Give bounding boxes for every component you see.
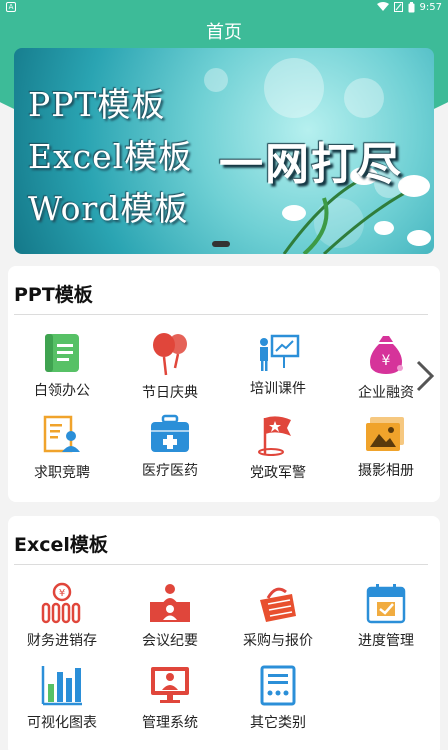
- sim-icon: [393, 2, 403, 12]
- category-label: 党政军警: [250, 465, 306, 481]
- category-baileng-bangong[interactable]: 白领办公: [8, 316, 116, 399]
- category-label: 进度管理: [358, 633, 414, 649]
- banner-slogan: 一网打尽: [219, 139, 403, 190]
- category-sheying-xiangce[interactable]: 摄影相册: [332, 398, 440, 479]
- calendar-check-icon: [366, 584, 406, 624]
- presentation-board-icon: [260, 334, 300, 371]
- category-label: 求职竞聘: [34, 465, 90, 481]
- category-caiwu-jinxiaocun[interactable]: ¥ 财务进销存: [8, 566, 116, 649]
- category-label: 会议纪要: [142, 633, 198, 649]
- monitor-user-icon: [151, 667, 189, 703]
- shopping-basket-icon: [260, 587, 296, 622]
- banner-carousel[interactable]: PPT模板 Excel模板 Word模板 一网打尽: [14, 48, 434, 254]
- category-label: 其它类别: [250, 715, 306, 731]
- balloon-icon: [153, 333, 187, 376]
- notification-a-icon: A: [6, 2, 16, 12]
- category-qiuzhi-jingpin[interactable]: 求职竞聘: [8, 398, 116, 481]
- meeting-icon: [150, 584, 190, 622]
- battery-icon: [408, 1, 415, 12]
- category-label: 医疗医药: [142, 463, 198, 479]
- chevron-right-icon[interactable]: [410, 356, 440, 396]
- banner-line-excel: Excel模板: [28, 137, 193, 176]
- category-caigou-baojia[interactable]: 采购与报价: [224, 566, 332, 649]
- ppt-section: PPT模板 白领办公 节日庆典 培训课件 ¥ 企业融资 求职竞聘 医疗医药 党政…: [8, 266, 440, 502]
- page-title: 首页: [206, 22, 242, 43]
- resume-icon: [43, 415, 80, 453]
- ppt-section-title: PPT模板: [14, 284, 93, 306]
- category-label: 可视化图表: [27, 715, 97, 731]
- category-label: 培训课件: [250, 381, 306, 397]
- category-label: 白领办公: [34, 383, 90, 399]
- bar-chart-icon: [41, 666, 82, 706]
- excel-section-title: Excel模板: [14, 534, 108, 556]
- category-label: 管理系统: [142, 715, 198, 731]
- photo-album-icon: [366, 417, 404, 451]
- category-peixun-kejian[interactable]: 培训课件: [224, 316, 332, 397]
- category-label: 采购与报价: [243, 633, 313, 649]
- category-label: 财务进销存: [27, 633, 97, 649]
- category-label: 摄影相册: [358, 463, 414, 479]
- status-bar: A 9:57: [0, 0, 448, 14]
- banner-line-ppt: PPT模板: [28, 85, 166, 124]
- medical-kit-icon: [151, 414, 189, 452]
- category-huiyi-jiyao[interactable]: 会议纪要: [116, 566, 224, 649]
- status-time: 9:57: [419, 1, 442, 13]
- svg-text:¥: ¥: [382, 353, 391, 369]
- category-keshihua-tubiao[interactable]: 可视化图表: [8, 648, 116, 731]
- notebook-icon: [45, 334, 79, 372]
- banner-line-word: Word模板: [28, 189, 189, 228]
- category-jieri-qingdian[interactable]: 节日庆典: [116, 316, 224, 401]
- category-yiliao-yiyao[interactable]: 医疗医药: [116, 398, 224, 479]
- category-jindu-guanli[interactable]: 进度管理: [332, 566, 440, 649]
- document-list-icon: [260, 665, 296, 706]
- finance-coin-icon: ¥: [41, 582, 81, 624]
- svg-text:¥: ¥: [59, 588, 65, 599]
- category-guanli-xitong[interactable]: 管理系统: [116, 648, 224, 731]
- wifi-icon: [376, 2, 389, 11]
- flag-star-icon: [258, 416, 291, 456]
- money-bag-icon: ¥: [370, 336, 403, 374]
- divider: [14, 564, 428, 565]
- category-dangzheng-junjing[interactable]: 党政军警: [224, 398, 332, 481]
- excel-section: Excel模板 ¥ 财务进销存 会议纪要 采购与报价 进度管理 可视化图表 管理…: [8, 516, 440, 750]
- divider: [14, 314, 428, 315]
- category-qita-leibie[interactable]: 其它类别: [224, 648, 332, 731]
- carousel-indicator[interactable]: [212, 241, 230, 247]
